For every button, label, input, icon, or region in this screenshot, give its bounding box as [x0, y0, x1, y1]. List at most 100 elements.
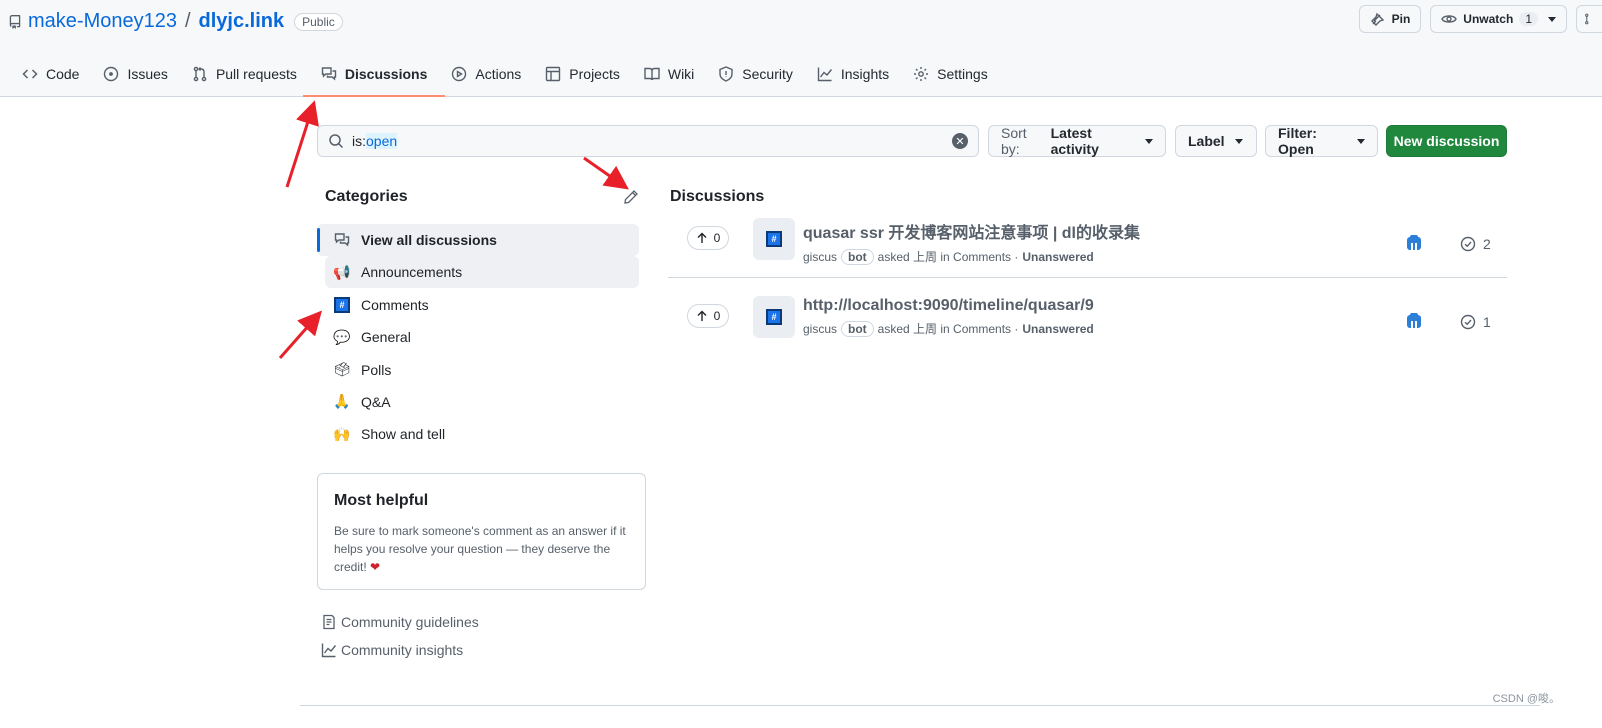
arrow-up-icon: [697, 232, 707, 243]
categories-title: Categories: [325, 188, 408, 205]
author-link[interactable]: giscus: [803, 250, 837, 264]
tab-label: Settings: [937, 66, 988, 82]
discussion-row: 0 # quasar ssr 开发博客网站注意事项 | dl的收录集 giscu…: [668, 216, 1507, 278]
sort-button[interactable]: Sort by: Latest activity: [988, 125, 1166, 157]
discussion-row: 0 # http://localhost:9090/timeline/quasa…: [668, 294, 1507, 356]
most-helpful-title: Most helpful: [334, 492, 429, 509]
repo-owner-link[interactable]: make-Money123: [28, 10, 177, 33]
tab-label: Security: [742, 66, 793, 82]
git-pull-request-icon: [193, 66, 207, 82]
category-view-all[interactable]: View all discussions: [317, 224, 639, 256]
pencil-icon[interactable]: [623, 189, 639, 205]
new-discussion-button[interactable]: New discussion: [1386, 125, 1507, 157]
sort-prefix: Sort by:: [1001, 125, 1027, 157]
repo-name-link[interactable]: dlyjc.link: [199, 10, 285, 33]
issue-opened-icon: [104, 66, 119, 82]
clear-search-icon[interactable]: ✕: [952, 133, 968, 149]
category-show-and-tell[interactable]: 🙌 Show and tell: [317, 418, 639, 450]
pin-button[interactable]: Pin: [1358, 5, 1422, 33]
tab-projects[interactable]: Projects: [533, 58, 632, 90]
raising-hands-emoji: 🙌: [333, 425, 351, 442]
filter-button[interactable]: Filter: Open: [1265, 125, 1378, 157]
tab-label: Wiki: [667, 66, 695, 82]
community-links: Community guidelines Community insights: [321, 612, 479, 668]
graph-icon: [817, 67, 832, 82]
repo-separator: /: [184, 10, 191, 32]
discussion-main: quasar ssr 开发博客网站注意事项 | dl的收录集 giscus bo…: [803, 219, 1140, 265]
hash-emoji: #: [766, 231, 782, 247]
fork-button[interactable]: [1576, 5, 1602, 33]
category-general[interactable]: 💬 General: [317, 321, 639, 353]
category-comments[interactable]: # Comments: [317, 289, 639, 321]
category-announcements[interactable]: 📢 Announcements: [325, 256, 639, 289]
answer-status: Unanswered: [1022, 321, 1094, 336]
community-insights-link[interactable]: Community insights: [321, 640, 479, 660]
category-qa[interactable]: 🙏 Q&A: [317, 386, 639, 418]
bot-badge: bot: [841, 248, 874, 265]
tab-wiki[interactable]: Wiki: [632, 58, 706, 90]
comment-count: 2: [1460, 236, 1491, 252]
unwatch-button[interactable]: Unwatch 1: [1430, 5, 1567, 33]
category-polls[interactable]: 🗳 Polls: [317, 354, 639, 386]
discussion-title-link[interactable]: quasar ssr 开发博客网站注意事项 | dl的收录集: [803, 219, 1140, 243]
community-insights-label: Community insights: [341, 642, 464, 658]
tab-label: Projects: [569, 66, 620, 82]
pray-emoji: 🙏: [333, 393, 351, 410]
repo-forked-icon: [1585, 13, 1589, 25]
upvote-button[interactable]: 0: [687, 304, 729, 328]
tab-label: Discussions: [344, 66, 428, 82]
tab-insights[interactable]: Insights: [805, 58, 901, 90]
filter-button-text: Filter: Open: [1278, 125, 1317, 157]
category-emoji-badge: #: [753, 218, 795, 260]
discussion-meta: giscus bot asked 上周 in Comments · Unansw…: [803, 248, 1140, 265]
heart-emoji: ❤: [370, 560, 381, 574]
pin-icon: [1370, 12, 1384, 26]
label-button-text: Label: [1188, 133, 1225, 149]
asked-text: asked 上周 in Comments ·: [877, 322, 1019, 336]
tab-security[interactable]: Security: [706, 58, 805, 90]
chevron-down-icon: [1357, 138, 1365, 144]
annotation-arrow-edit-categories: [583, 156, 629, 190]
comment-count: 1: [1460, 314, 1491, 330]
participant-avatar[interactable]: [1405, 234, 1423, 252]
unwatch-label: Unwatch: [1463, 12, 1514, 26]
discussion-title-link[interactable]: http://localhost:9090/timeline/quasar/9: [803, 297, 1094, 315]
label-button[interactable]: Label: [1175, 125, 1257, 157]
categories-header: Categories: [325, 188, 639, 206]
tab-issues[interactable]: Issues: [91, 58, 179, 90]
tab-label: Issues: [127, 66, 168, 82]
category-label: Announcements: [361, 264, 463, 281]
tab-code[interactable]: Code: [10, 58, 91, 90]
tab-label: Insights: [840, 66, 890, 82]
search-query-prefix: is:: [352, 133, 366, 149]
search-icon: [329, 134, 344, 149]
eye-icon: [1441, 15, 1458, 23]
watch-count: 1: [1519, 12, 1538, 26]
category-label: Polls: [361, 361, 392, 378]
annotation-arrow-comments-category: [278, 310, 322, 359]
author-link[interactable]: giscus: [803, 322, 837, 336]
bot-badge: bot: [841, 320, 874, 337]
search-query: is:open: [352, 133, 944, 149]
chevron-down-icon: [1145, 138, 1153, 144]
arrow-up-icon: [697, 310, 707, 321]
graph-icon: [321, 643, 337, 658]
comment-count-value: 2: [1483, 236, 1491, 252]
asked-text: asked 上周 in Comments ·: [877, 250, 1019, 264]
participant-avatar[interactable]: [1405, 312, 1423, 330]
play-icon: [452, 66, 467, 82]
tab-settings[interactable]: Settings: [901, 58, 1000, 90]
repo-nav-tabs: Code Issues Pull requests Discussions Ac…: [10, 58, 1000, 97]
tab-label: Pull requests: [215, 66, 297, 82]
tab-actions[interactable]: Actions: [439, 58, 533, 90]
annotation-arrows: [278, 100, 629, 359]
comment-discussion-icon: [333, 231, 351, 249]
community-guidelines-link[interactable]: Community guidelines: [321, 612, 479, 632]
check-circle-icon: [1460, 314, 1476, 330]
tab-pull-requests[interactable]: Pull requests: [180, 58, 309, 90]
tab-discussions[interactable]: Discussions: [302, 58, 446, 97]
tab-label: Actions: [475, 66, 522, 82]
discussion-search-input[interactable]: is:open ✕: [317, 125, 979, 157]
upvote-button[interactable]: 0: [687, 226, 729, 250]
pin-label: Pin: [1391, 12, 1411, 26]
